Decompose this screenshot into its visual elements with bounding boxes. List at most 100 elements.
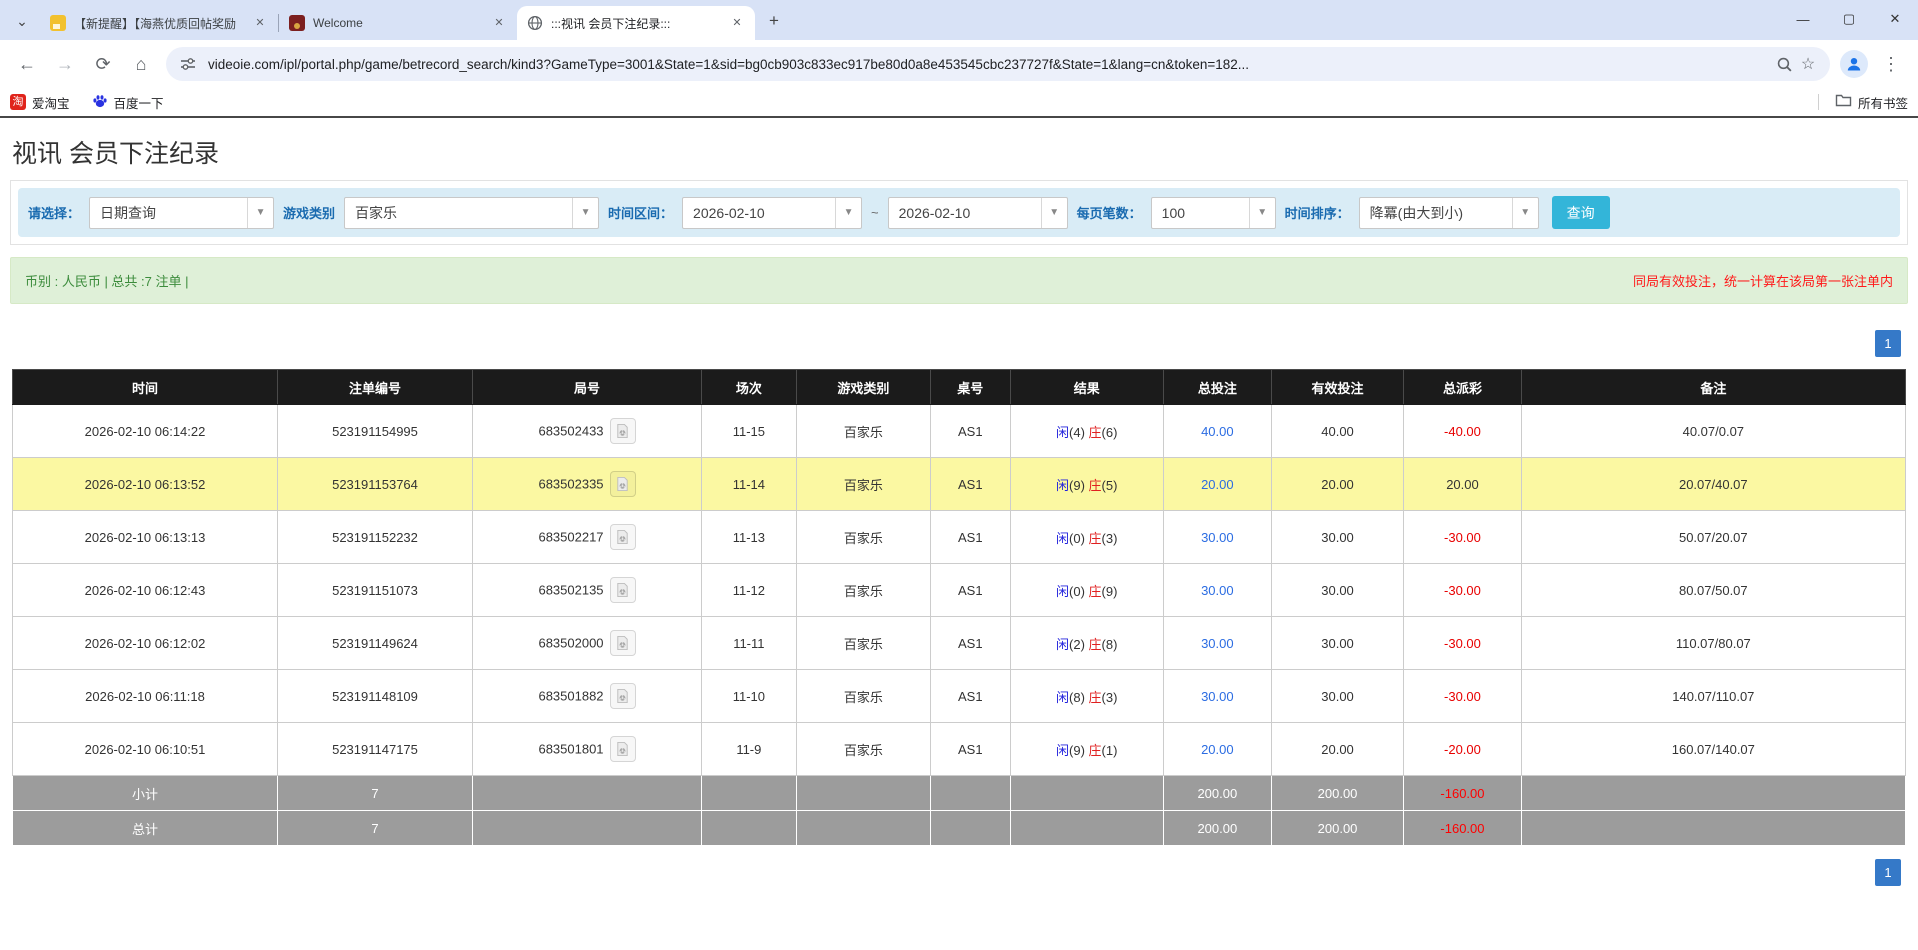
table-header-row: 时间注单编号局号场次游戏类别桌号结果总投注有效投注总派彩备注 xyxy=(13,370,1906,405)
table-number-cell: AS1 xyxy=(931,511,1011,564)
total-bet-link[interactable]: 30.00 xyxy=(1201,530,1234,545)
chevron-down-icon: ▼ xyxy=(1041,198,1067,228)
total-bet-cell[interactable]: 20.00 xyxy=(1163,458,1271,511)
game-type-cell: 百家乐 xyxy=(796,670,930,723)
total-bet-cell[interactable]: 30.00 xyxy=(1163,511,1271,564)
total-bet-link[interactable]: 30.00 xyxy=(1201,583,1234,598)
tab-forum[interactable]: 【新提醒】【海燕优质回帖奖励 ✕ xyxy=(40,6,278,40)
time-range-label: 时间区间： xyxy=(608,203,673,222)
close-tab-icon[interactable]: ✕ xyxy=(729,15,745,31)
valid-bet-cell: 30.00 xyxy=(1271,564,1404,617)
bookmark-taobao[interactable]: 淘 爱淘宝 xyxy=(10,93,70,112)
date-from-select[interactable]: 2026-02-10 ▼ xyxy=(682,197,862,229)
session-cell xyxy=(702,811,797,846)
total-bet-cell[interactable]: 30.00 xyxy=(1163,617,1271,670)
bet-id-cell: 523191153764 xyxy=(278,458,473,511)
back-button[interactable]: ← xyxy=(11,48,43,80)
query-button[interactable]: 查询 xyxy=(1552,196,1610,229)
total-bet-link[interactable]: 20.00 xyxy=(1201,742,1234,757)
video-replay-button[interactable] xyxy=(610,736,636,762)
globe-icon xyxy=(527,15,543,31)
site-settings-icon[interactable] xyxy=(176,52,200,76)
game-type-select[interactable]: 百家乐 ▼ xyxy=(344,197,599,229)
banker-result: 庄 xyxy=(1089,690,1102,705)
banker-result: 庄 xyxy=(1089,425,1102,440)
tilde-separator: ~ xyxy=(871,205,879,220)
payout-cell: -20.00 xyxy=(1404,723,1521,776)
query-type-select[interactable]: 日期查询 ▼ xyxy=(89,197,274,229)
player-result: 闲 xyxy=(1056,743,1069,758)
chevron-down-icon: ▼ xyxy=(572,198,598,228)
sum-total-bet-cell: 200.00 xyxy=(1163,811,1271,846)
close-tab-icon[interactable]: ✕ xyxy=(491,15,507,31)
tab-bet-records-active[interactable]: :::视讯 会员下注纪录::: ✕ xyxy=(517,6,755,40)
sum-count-cell: 7 xyxy=(278,811,473,846)
tab-strip: ⌄ 【新提醒】【海燕优质回帖奖励 ✕ Welcome ✕ :::视讯 会员下注纪… xyxy=(0,0,1918,40)
chevron-down-icon: ⌄ xyxy=(16,13,28,30)
total-bet-cell[interactable]: 20.00 xyxy=(1163,723,1271,776)
per-page-select[interactable]: 100 ▼ xyxy=(1151,197,1276,229)
column-header: 备注 xyxy=(1521,370,1905,405)
address-bar[interactable]: videoie.com/ipl/portal.php/game/betrecor… xyxy=(166,47,1830,81)
total-bet-link[interactable]: 30.00 xyxy=(1201,689,1234,704)
new-tab-button[interactable]: + xyxy=(761,8,787,34)
total-bet-link[interactable]: 40.00 xyxy=(1201,424,1234,439)
round-number: 683501882 xyxy=(538,689,603,704)
sum-payout-cell: -160.00 xyxy=(1404,776,1521,811)
tab-title: Welcome xyxy=(313,16,483,30)
video-replay-button[interactable] xyxy=(610,577,636,603)
total-bet-cell[interactable]: 40.00 xyxy=(1163,405,1271,458)
chevron-down-icon: ▼ xyxy=(1249,198,1275,228)
banker-result: 庄 xyxy=(1089,478,1102,493)
banker-score: (3) xyxy=(1102,531,1118,546)
bookmark-label: 百度一下 xyxy=(114,93,164,112)
filter-section: 请选择： 日期查询 ▼ 游戏类别 百家乐 ▼ 时间区间： 2026-02-10 … xyxy=(10,180,1908,245)
session-cell: 11-11 xyxy=(702,617,797,670)
bookmark-baidu[interactable]: 百度一下 xyxy=(92,93,164,112)
total-bet-cell[interactable]: 30.00 xyxy=(1163,670,1271,723)
note-cell xyxy=(1521,776,1905,811)
table-row: 2026-02-10 06:10:51523191147175683501801… xyxy=(13,723,1906,776)
home-button[interactable]: ⌂ xyxy=(125,48,157,80)
column-header: 总派彩 xyxy=(1404,370,1521,405)
maximize-button[interactable]: ▢ xyxy=(1826,0,1872,38)
url-text[interactable]: videoie.com/ipl/portal.php/game/betrecor… xyxy=(208,57,1764,72)
zoom-icon[interactable] xyxy=(1772,52,1796,76)
close-window-button[interactable]: ✕ xyxy=(1872,0,1918,38)
banker-score: (9) xyxy=(1102,584,1118,599)
page-number-button[interactable]: 1 xyxy=(1875,330,1901,357)
sort-select[interactable]: 降冪(由大到小) ▼ xyxy=(1359,197,1539,229)
reload-button[interactable]: ⟳ xyxy=(87,48,119,80)
video-replay-button[interactable] xyxy=(610,524,636,550)
minimize-button[interactable]: — xyxy=(1780,0,1826,38)
sum-total-bet-cell: 200.00 xyxy=(1163,776,1271,811)
video-replay-button[interactable] xyxy=(610,630,636,656)
column-header: 注单编号 xyxy=(278,370,473,405)
page-number-button[interactable]: 1 xyxy=(1875,859,1901,886)
kebab-menu-icon[interactable]: ⋮ xyxy=(1875,48,1907,80)
video-replay-button[interactable] xyxy=(610,683,636,709)
result-cell: 闲(2) 庄(8) xyxy=(1010,617,1163,670)
total-bet-cell[interactable]: 30.00 xyxy=(1163,564,1271,617)
sum-count-cell: 7 xyxy=(278,776,473,811)
session-cell: 11-12 xyxy=(702,564,797,617)
pagination-top: 1 xyxy=(17,330,1901,357)
tab-welcome[interactable]: Welcome ✕ xyxy=(279,6,517,40)
tab-search-button[interactable]: ⌄ xyxy=(8,7,36,35)
all-bookmarks[interactable]: 所有书签 xyxy=(1818,93,1908,112)
close-tab-icon[interactable]: ✕ xyxy=(252,15,268,31)
video-replay-button[interactable] xyxy=(610,418,636,444)
banker-score: (8) xyxy=(1102,637,1118,652)
forward-button[interactable]: → xyxy=(49,48,81,80)
banker-score: (6) xyxy=(1102,425,1118,440)
date-to-select[interactable]: 2026-02-10 ▼ xyxy=(888,197,1068,229)
total-bet-link[interactable]: 30.00 xyxy=(1201,636,1234,651)
game-type-cell: 百家乐 xyxy=(796,617,930,670)
total-bet-link[interactable]: 20.00 xyxy=(1201,477,1234,492)
profile-avatar[interactable] xyxy=(1840,50,1868,78)
bookmark-star-icon[interactable]: ☆ xyxy=(1796,52,1820,76)
result-cell: 闲(8) 庄(3) xyxy=(1010,670,1163,723)
bet-id-cell: 523191152232 xyxy=(278,511,473,564)
banker-result: 庄 xyxy=(1089,743,1102,758)
video-replay-button[interactable] xyxy=(610,471,636,497)
